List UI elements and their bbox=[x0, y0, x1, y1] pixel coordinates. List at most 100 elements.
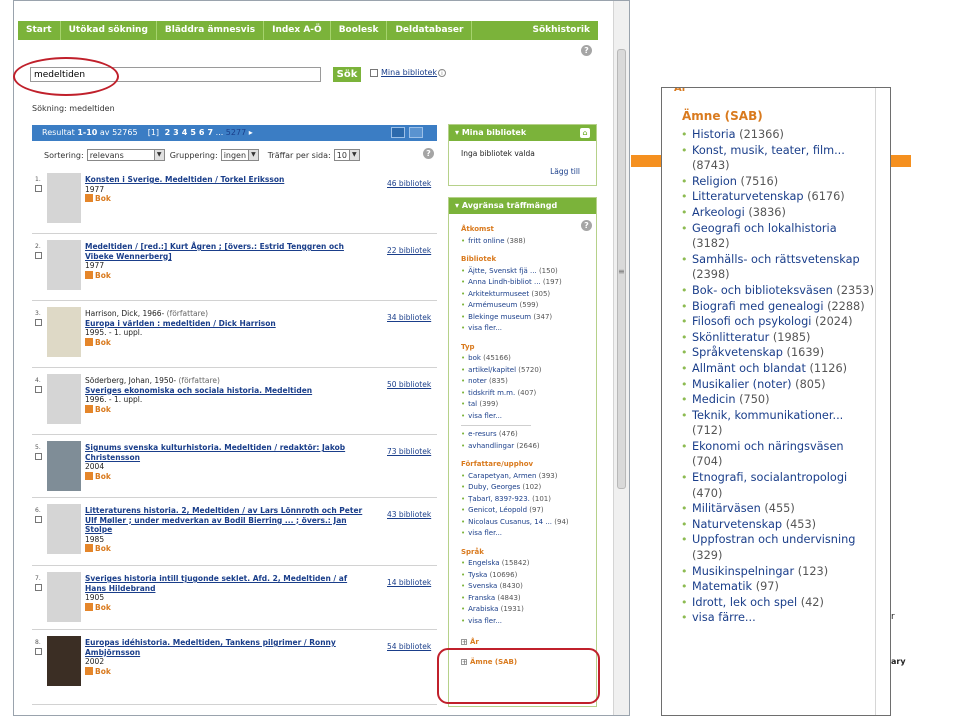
year-facet-heading[interactable]: År bbox=[674, 88, 687, 94]
subject-facet-item[interactable]: • Uppfostran och undervisning (329) bbox=[681, 532, 876, 563]
facet-item[interactable]: • Ṭabarī, 839?-923. (101) bbox=[461, 494, 596, 506]
facet-item[interactable]: • Arkitekturmuseet (305) bbox=[461, 289, 596, 301]
page-link[interactable]: 2 bbox=[165, 128, 171, 137]
subject-facet-item[interactable]: • Teknik, kommunikationer... (712) bbox=[681, 408, 876, 439]
facet-item[interactable]: • tal (399) bbox=[461, 399, 596, 411]
book-cover-image[interactable] bbox=[47, 173, 81, 223]
result-checkbox[interactable] bbox=[35, 185, 42, 192]
facet-item[interactable]: • tidskrift m.m. (407) bbox=[461, 388, 596, 400]
facet-item[interactable]: • Tyska (10696) bbox=[461, 570, 596, 582]
book-cover-image[interactable] bbox=[47, 374, 81, 424]
facet-item[interactable]: • bok (45166) bbox=[461, 353, 596, 365]
nav-item[interactable]: Deldatabaser bbox=[387, 21, 473, 40]
libraries-link[interactable]: 43 bibliotek bbox=[387, 510, 431, 519]
subject-facet-item[interactable]: • Arkeologi (3836) bbox=[681, 205, 876, 221]
result-title-link[interactable]: Medeltiden / [red.:] Kurt Ågren ; [övers… bbox=[85, 242, 344, 261]
facet-item[interactable]: • avhandlingar (2646) bbox=[461, 441, 596, 453]
facet-item[interactable]: • Arabiska (1931) bbox=[461, 604, 596, 616]
refine-header[interactable]: ▾ Avgränsa träffmängd bbox=[449, 198, 596, 214]
nav-item[interactable]: Start bbox=[18, 21, 61, 40]
next-page-icon[interactable]: ▸ bbox=[249, 128, 253, 137]
result-checkbox[interactable] bbox=[35, 648, 42, 655]
subject-facet-item[interactable]: • Musikinspelningar (123) bbox=[681, 564, 876, 580]
subject-facet-item[interactable]: • Språkvetenskap (1639) bbox=[681, 345, 876, 361]
facet-item[interactable]: • Äjtte, Svenskt fjä ... (150) bbox=[461, 266, 596, 278]
result-title-link[interactable]: Signums svenska kulturhistoria. Medeltid… bbox=[85, 443, 345, 462]
subject-facet-item[interactable]: • Konst, musik, teater, film... (8743) bbox=[681, 143, 876, 174]
last-page-link[interactable]: 5277 bbox=[226, 128, 246, 137]
search-button[interactable]: Sök bbox=[333, 67, 361, 82]
subject-facet-item[interactable]: • Etnografi, socialantropologi (470) bbox=[681, 470, 876, 501]
book-cover-image[interactable] bbox=[47, 636, 81, 686]
book-cover-image[interactable] bbox=[47, 307, 81, 357]
result-checkbox[interactable] bbox=[35, 386, 42, 393]
help-icon[interactable]: ? bbox=[581, 45, 592, 56]
show-more-link[interactable]: • visa fler... bbox=[461, 323, 596, 335]
info-icon[interactable]: i bbox=[438, 69, 446, 77]
result-title-link[interactable]: Konsten i Sverige. Medeltiden / Torkel E… bbox=[85, 175, 284, 184]
facet-item[interactable]: • e-resurs (476) bbox=[461, 429, 596, 441]
libraries-link[interactable]: 14 bibliotek bbox=[387, 578, 431, 587]
grid-view-icon[interactable] bbox=[391, 127, 405, 138]
subject-facet-item[interactable]: • Militärväsen (455) bbox=[681, 501, 876, 517]
subject-facet-item[interactable]: • Medicin (750) bbox=[681, 392, 876, 408]
book-cover-image[interactable] bbox=[47, 572, 81, 622]
help-icon[interactable]: ? bbox=[581, 220, 592, 231]
subject-facet-item[interactable]: • Litteraturvetenskap (6176) bbox=[681, 189, 876, 205]
group-select[interactable]: ingen ▼ bbox=[220, 149, 259, 161]
home-icon[interactable]: ⌂ bbox=[580, 128, 590, 138]
page-link[interactable]: 6 bbox=[199, 128, 205, 137]
per-page-select[interactable]: 10 ▼ bbox=[333, 149, 360, 161]
page-link[interactable]: 5 bbox=[190, 128, 196, 137]
result-checkbox[interactable] bbox=[35, 252, 42, 259]
result-checkbox[interactable] bbox=[35, 584, 42, 591]
mylib-checkbox[interactable] bbox=[370, 69, 378, 77]
sort-select[interactable]: relevans ▼ bbox=[86, 149, 165, 161]
libraries-link[interactable]: 50 bibliotek bbox=[387, 380, 431, 389]
subject-facet-item[interactable]: • Skönlitteratur (1985) bbox=[681, 330, 876, 346]
subject-facet-item[interactable]: • Matematik (97) bbox=[681, 579, 876, 595]
facet-item[interactable]: • Duby, Georges (102) bbox=[461, 482, 596, 494]
show-more-link[interactable]: • visa fler... bbox=[461, 411, 596, 423]
page-link[interactable]: 7 bbox=[207, 128, 213, 137]
collapsed-facet[interactable]: + År bbox=[461, 637, 596, 649]
subject-facet-item[interactable]: • Idrott, lek och spel (42) bbox=[681, 595, 876, 611]
subject-facet-item[interactable]: • Biografi med genealogi (2288) bbox=[681, 299, 876, 315]
result-title-link[interactable]: Litteraturens historia. 2, Medeltiden / … bbox=[85, 506, 362, 534]
result-checkbox[interactable] bbox=[35, 319, 42, 326]
facet-item[interactable]: • Carapetyan, Armen (393) bbox=[461, 471, 596, 483]
nav-item[interactable]: Bläddra ämnesvis bbox=[157, 21, 265, 40]
facet-item[interactable]: • noter (835) bbox=[461, 376, 596, 388]
subject-facet-item[interactable]: • Samhälls- och rättsvetenskap (2398) bbox=[681, 252, 876, 283]
libraries-link[interactable]: 34 bibliotek bbox=[387, 313, 431, 322]
book-cover-image[interactable] bbox=[47, 441, 81, 491]
facet-item[interactable]: • Anna Lindh-bibliot ... (197) bbox=[461, 277, 596, 289]
my-libraries-header[interactable]: ▾ Mina bibliotek ⌂ bbox=[449, 125, 596, 141]
result-title-link[interactable]: Europas idéhistoria. Medeltiden, Tankens… bbox=[85, 638, 336, 657]
book-cover-image[interactable] bbox=[47, 240, 81, 290]
subject-facet-item[interactable]: • Bok- och biblioteksväsen (2353) bbox=[681, 283, 876, 299]
book-cover-image[interactable] bbox=[47, 504, 81, 554]
page-link[interactable]: 4 bbox=[182, 128, 188, 137]
subject-facet-item[interactable]: • Naturvetenskap (453) bbox=[681, 517, 876, 533]
facet-item[interactable]: • Franska (4843) bbox=[461, 593, 596, 605]
libraries-link[interactable]: 22 bibliotek bbox=[387, 246, 431, 255]
result-title-link[interactable]: Sveriges historia intill tjugonde seklet… bbox=[85, 574, 347, 593]
page-link[interactable]: 3 bbox=[173, 128, 179, 137]
facet-item[interactable]: • fritt online (388) bbox=[461, 236, 596, 248]
nav-history[interactable]: Sökhistorik bbox=[525, 21, 599, 40]
list-view-icon[interactable] bbox=[409, 127, 423, 138]
subject-facet-item[interactable]: • Ekonomi och näringsväsen (704) bbox=[681, 439, 876, 470]
facet-item[interactable]: • Engelska (15842) bbox=[461, 558, 596, 570]
nav-item[interactable]: Boolesk bbox=[331, 21, 388, 40]
facet-item[interactable]: • artikel/kapitel (5720) bbox=[461, 365, 596, 377]
help-icon[interactable]: ? bbox=[423, 148, 434, 159]
facet-item[interactable]: • Nicolaus Cusanus, 14 ... (94) bbox=[461, 517, 596, 529]
show-fewer-link[interactable]: • visa färre... bbox=[681, 610, 876, 626]
vertical-scrollbar[interactable]: ≡ bbox=[613, 1, 629, 715]
subject-facet-item[interactable]: • Historia (21366) bbox=[681, 127, 876, 143]
facet-item[interactable]: • Blekinge museum (347) bbox=[461, 312, 596, 324]
facet-item[interactable]: • Svenska (8430) bbox=[461, 581, 596, 593]
libraries-link[interactable]: 46 bibliotek bbox=[387, 179, 431, 188]
result-title-link[interactable]: Sveriges ekonomiska och sociala historia… bbox=[85, 386, 312, 395]
